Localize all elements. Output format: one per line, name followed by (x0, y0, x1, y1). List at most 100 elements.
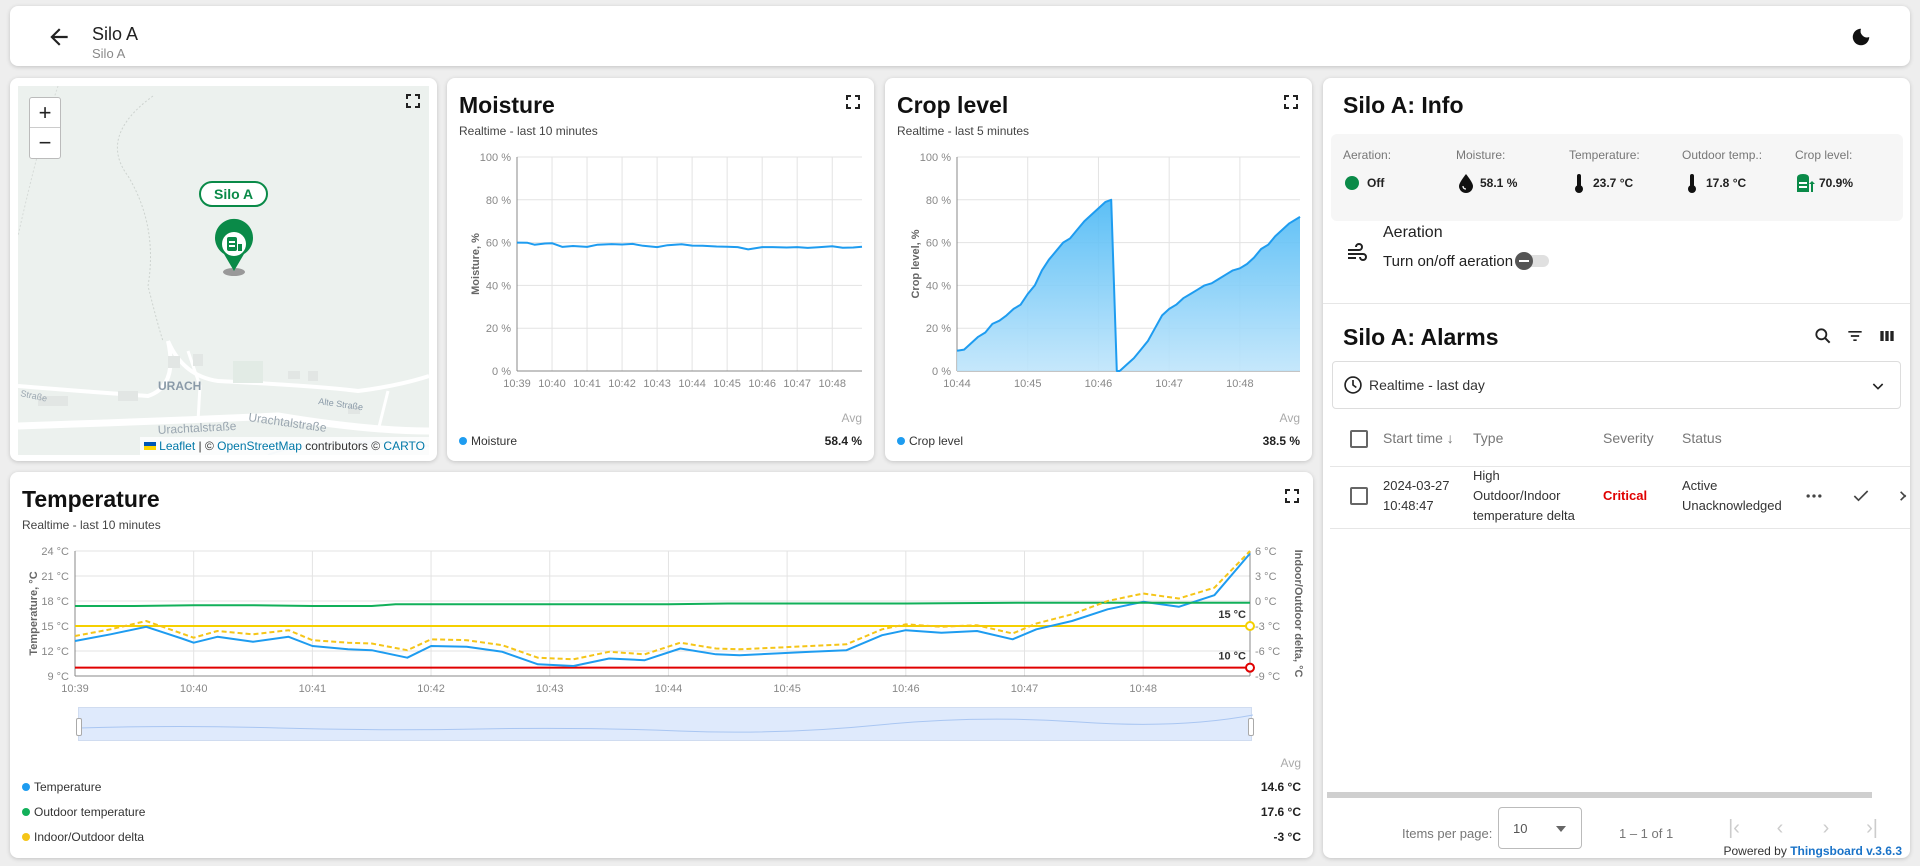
wind-icon (1348, 243, 1367, 261)
y-tick-label: 0 % (932, 366, 951, 378)
temperature-chart[interactable]: 9 °C 12 °C 15 °C 18 °C 21 °C 24 °C 10:39 10:40 1… (10, 472, 1313, 742)
thermometer-icon (1688, 174, 1696, 193)
prev-page-icon[interactable]: ‹ (1769, 818, 1791, 840)
fullscreen-icon[interactable] (406, 94, 420, 108)
arrow-left-icon[interactable] (46, 24, 72, 50)
x-tick-label: 10:44 (943, 378, 971, 390)
zoom-in-button[interactable]: + (30, 98, 60, 128)
x-tick-label: 10:43 (536, 683, 564, 695)
place-label: URACH (158, 379, 201, 393)
threshold-label: 15 °C (1218, 609, 1246, 621)
more-icon[interactable] (1804, 486, 1824, 506)
alarm-status-line: Active (1682, 478, 1718, 493)
filter-icon[interactable] (1845, 326, 1865, 346)
thingsboard-link[interactable]: Thingsboard v.3.6.3 (1790, 844, 1902, 858)
y-tick-label: 21 °C (41, 571, 69, 583)
zoom-handle-left[interactable] (76, 718, 82, 736)
thermometer-icon (1575, 174, 1583, 193)
row-checkbox[interactable] (1350, 487, 1368, 505)
horizontal-scrollbar[interactable] (1327, 792, 1872, 798)
map-widget: URACH Alte Straße Urachtalstraße Urachta… (10, 78, 437, 461)
series-line-moisture (516, 241, 863, 251)
column-header-status[interactable]: Status (1682, 430, 1722, 446)
select-all-checkbox[interactable] (1350, 430, 1368, 448)
info-label: Moisture: (1456, 148, 1506, 162)
leaflet-link[interactable]: Leaflet (159, 439, 195, 453)
clock-icon (1344, 376, 1362, 394)
y-axis-title: Crop level, % (910, 229, 922, 298)
map-canvas[interactable]: URACH Alte Straße Urachtalstraße Urachta… (18, 86, 429, 455)
data-zoom-slider[interactable] (76, 707, 1254, 741)
columns-icon[interactable] (1877, 326, 1897, 346)
divider (1323, 303, 1910, 304)
legend-item: Temperature 14.6 °C (22, 780, 1301, 794)
info-label: Aeration: (1343, 148, 1392, 162)
next-page-icon[interactable]: › (1815, 818, 1837, 840)
check-icon[interactable] (1851, 486, 1871, 506)
column-header-severity[interactable]: Severity (1603, 430, 1654, 446)
avg-header: Avg (1279, 411, 1300, 425)
legend-label: Temperature (34, 780, 102, 794)
attribution-text: contributors © (301, 439, 384, 453)
aeration-toggle-label: Turn on/off aeration (1383, 253, 1514, 270)
x-tick-label: 10:40 (180, 683, 208, 695)
column-header-start-time[interactable]: Start time ↓ (1383, 430, 1454, 446)
y-tick-label: 100 % (920, 152, 951, 164)
map-tiles: URACH Alte Straße Urachtalstraße Urachta… (18, 86, 429, 455)
last-page-icon[interactable]: ›| (1861, 818, 1883, 840)
moisture-chart[interactable]: 0 % 20 % 40 % 60 % 80 % 100 % 10:39 10:40 10:41 1… (447, 78, 874, 408)
avg-header: Avg (1280, 756, 1301, 770)
info-label: Outdoor temp.: (1682, 148, 1763, 162)
page-title: Silo A (92, 24, 139, 44)
threshold-marker (1245, 662, 1255, 673)
map-zoom-control: + − (29, 97, 61, 159)
y-right-tick-label: -3 °C (1255, 621, 1280, 633)
info-value: 17.8 °C (1706, 176, 1747, 190)
column-header-type[interactable]: Type (1473, 430, 1503, 446)
silo-icon (1797, 174, 1815, 192)
arrow-down-icon: ↓ (1446, 430, 1454, 446)
y-tick-label: 80 % (486, 195, 511, 207)
y-axis-right-title: Indoor/Outdoor delta, °C (1292, 550, 1304, 678)
moon-icon[interactable] (1850, 26, 1872, 48)
y-tick-label: 18 °C (41, 596, 69, 608)
alarm-type-line: temperature delta (1473, 508, 1575, 523)
svg-text:Straße: Straße (20, 388, 49, 403)
y-tick-label: 15 °C (41, 621, 69, 633)
info-value: 70.9% (1819, 176, 1854, 190)
page-subtitle: Silo A (92, 46, 126, 61)
timewindow-selector[interactable]: Realtime - last day (1332, 361, 1901, 409)
clear-icon[interactable] (1898, 486, 1910, 506)
aeration-toggle[interactable] (1515, 252, 1551, 270)
x-tick-label: 10:46 (1085, 378, 1113, 390)
osm-link[interactable]: OpenStreetMap (217, 439, 302, 453)
legend-dot-icon (22, 833, 30, 841)
chevron-down-icon (1872, 383, 1884, 390)
ukraine-flag-icon (143, 442, 156, 450)
avg-header: Avg (841, 411, 862, 425)
series-line-outdoor-temperature (75, 601, 1250, 607)
map-marker[interactable] (215, 218, 253, 276)
y-tick-label: 60 % (486, 238, 511, 250)
divider (1330, 528, 1910, 529)
svg-text:Urachtalstraße: Urachtalstraße (157, 419, 237, 437)
items-per-page-select[interactable]: 10 (1498, 807, 1582, 849)
x-tick-label: 10:41 (299, 683, 327, 695)
divider (1330, 466, 1910, 467)
x-tick-label: 10:48 (1226, 378, 1254, 390)
data-zoom-preview (79, 714, 1253, 733)
x-tick-label: 10:44 (678, 378, 706, 390)
alarms-title: Silo A: Alarms (1343, 324, 1499, 350)
first-page-icon[interactable]: |‹ (1723, 818, 1745, 840)
crop-level-chart[interactable]: 0 % 20 % 40 % 60 % 80 % 100 % 10:44 10:45 10:46 1… (885, 78, 1312, 408)
map-marker-label[interactable]: Silo A (199, 181, 269, 207)
zoom-handle-right[interactable] (1248, 718, 1254, 736)
zoom-out-button[interactable]: − (30, 128, 60, 158)
legend-label: Outdoor temperature (34, 805, 146, 819)
items-per-page-value: 10 (1513, 821, 1528, 836)
search-icon[interactable] (1813, 326, 1833, 346)
x-tick-label: 10:46 (892, 683, 920, 695)
carto-link[interactable]: CARTO (383, 439, 425, 453)
info-label: Crop level: (1795, 148, 1853, 162)
y-tick-label: 12 °C (41, 646, 69, 658)
